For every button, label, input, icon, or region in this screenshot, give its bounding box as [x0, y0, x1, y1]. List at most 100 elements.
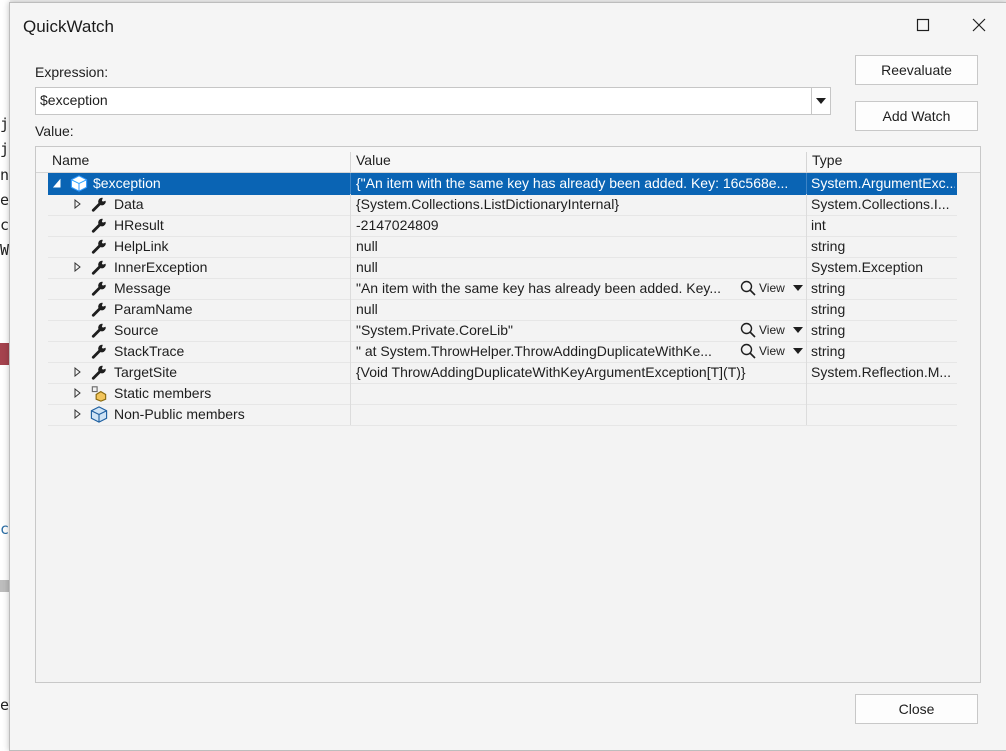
chevron-down-icon	[792, 327, 803, 333]
dialog-title: QuickWatch	[23, 17, 115, 36]
row-type: System.Collections.I...	[811, 196, 950, 212]
expression-combobox[interactable]	[35, 87, 831, 115]
row-value[interactable]: null	[356, 259, 808, 275]
column-header-value[interactable]: Value	[356, 152, 391, 168]
watch-row[interactable]: TargetSite {Void ThrowAddingDuplicateWith…	[48, 362, 957, 384]
magnifier-icon	[740, 322, 756, 338]
triangle-right-icon	[74, 262, 81, 272]
background-code-fragment: e	[0, 696, 10, 714]
watch-row[interactable]: HelpLink null string	[48, 236, 957, 258]
row-type: string	[811, 301, 846, 317]
watch-row[interactable]: Static members	[48, 383, 957, 405]
chevron-down-icon	[792, 348, 803, 354]
column-header-type[interactable]: Type	[812, 152, 842, 168]
triangle-right-icon	[74, 199, 81, 209]
cell-divider	[350, 257, 351, 278]
chevron-down-icon	[816, 98, 826, 104]
row-value[interactable]: {System.Collections.ListDictionaryIntern…	[356, 196, 808, 212]
visualizer-view-button[interactable]: View	[740, 341, 804, 361]
expand-expander[interactable]	[72, 366, 82, 378]
watch-row[interactable]: StackTrace " at System.ThrowHelper.ThrowA…	[48, 341, 957, 363]
cell-divider	[350, 278, 351, 299]
property-wrench-icon	[89, 342, 109, 361]
grid-header: Name Value Type	[36, 147, 980, 177]
cell-divider	[806, 215, 807, 236]
chevron-down-icon	[792, 285, 803, 291]
cell-divider	[806, 299, 807, 320]
row-type: string	[811, 322, 846, 338]
property-wrench-icon	[89, 279, 109, 298]
reevaluate-button[interactable]: Reevaluate	[855, 55, 978, 85]
row-value[interactable]: null	[356, 301, 808, 317]
triangle-right-icon	[74, 409, 81, 419]
cell-divider	[806, 236, 807, 257]
cell-divider	[350, 320, 351, 341]
row-type: string	[811, 280, 846, 296]
value-label: Value:	[35, 123, 74, 139]
row-name: HelpLink	[114, 238, 169, 254]
watch-grid[interactable]: Name Value Type $exception {"An item with…	[35, 146, 981, 683]
watch-row[interactable]: Source "System.Private.CoreLib" View string	[48, 320, 957, 342]
visualizer-view-button[interactable]: View	[740, 320, 804, 340]
row-type: System.Exception	[811, 259, 924, 275]
watch-row[interactable]: HResult -2147024809 int	[48, 215, 957, 237]
add-watch-button[interactable]: Add Watch	[855, 101, 978, 131]
magnifier-icon	[740, 280, 756, 296]
magnifier-icon	[740, 343, 756, 359]
expand-expander[interactable]	[72, 387, 82, 399]
maximize-button[interactable]	[906, 11, 940, 39]
expression-input[interactable]	[36, 88, 810, 112]
cell-divider	[350, 341, 351, 362]
cell-divider	[350, 194, 351, 215]
watch-row[interactable]: Non-Public members	[48, 404, 957, 426]
row-value[interactable]: " at System.ThrowHelper.ThrowAddingDupli…	[356, 343, 742, 359]
expression-label: Expression:	[35, 64, 109, 80]
cell-divider	[806, 404, 807, 425]
view-label: View	[759, 281, 785, 295]
close-icon	[972, 18, 986, 32]
property-wrench-icon	[89, 363, 109, 382]
row-value[interactable]: -2147024809	[356, 217, 808, 233]
row-name: Static members	[114, 385, 212, 401]
collapse-expander[interactable]	[52, 177, 62, 189]
close-window-button[interactable]	[962, 11, 996, 39]
close-button[interactable]: Close	[855, 694, 978, 724]
expand-expander[interactable]	[72, 261, 82, 273]
triangle-right-icon	[74, 367, 81, 377]
cell-divider	[350, 173, 351, 194]
watch-row[interactable]: Message "An item with the same key has al…	[48, 278, 957, 300]
row-value[interactable]: {"An item with the same key has already …	[356, 175, 808, 191]
visualizer-view-button[interactable]: View	[740, 278, 804, 298]
row-value[interactable]: null	[356, 238, 808, 254]
property-wrench-icon	[89, 237, 109, 256]
cell-divider	[806, 194, 807, 215]
watch-row[interactable]: $exception {"An item with the same key ha…	[48, 173, 957, 195]
cell-divider	[350, 236, 351, 257]
row-name: Data	[114, 196, 144, 212]
row-value[interactable]: "System.Private.CoreLib"	[356, 322, 742, 338]
expand-expander[interactable]	[72, 408, 82, 420]
cell-divider	[350, 215, 351, 236]
cell-divider	[806, 362, 807, 383]
row-name: TargetSite	[114, 364, 178, 380]
expression-dropdown-button[interactable]	[811, 88, 830, 114]
row-value[interactable]: "An item with the same key has already b…	[356, 280, 742, 296]
non-public-members-icon	[89, 405, 109, 424]
row-type: System.Reflection.M...	[811, 364, 952, 380]
watch-row[interactable]: InnerException null System.Exception	[48, 257, 957, 279]
watch-row[interactable]: Data {System.Collections.ListDictionaryIn…	[48, 194, 957, 216]
property-wrench-icon	[89, 258, 109, 277]
watch-row[interactable]: ParamName null string	[48, 299, 957, 321]
view-label: View	[759, 344, 785, 358]
quickwatch-dialog: QuickWatch Expression: Value: Reevaluate…	[9, 2, 1006, 751]
column-header-name[interactable]: Name	[52, 152, 89, 168]
cell-divider	[806, 383, 807, 404]
row-name: ParamName	[114, 301, 193, 317]
property-wrench-icon	[89, 321, 109, 340]
row-name: Source	[114, 322, 159, 338]
row-value[interactable]: {Void ThrowAddingDuplicateWithKeyArgumen…	[356, 364, 808, 380]
background-code-fragment: W	[0, 241, 10, 259]
expand-expander[interactable]	[72, 198, 82, 210]
row-name: StackTrace	[114, 343, 185, 359]
row-type: int	[811, 217, 826, 233]
